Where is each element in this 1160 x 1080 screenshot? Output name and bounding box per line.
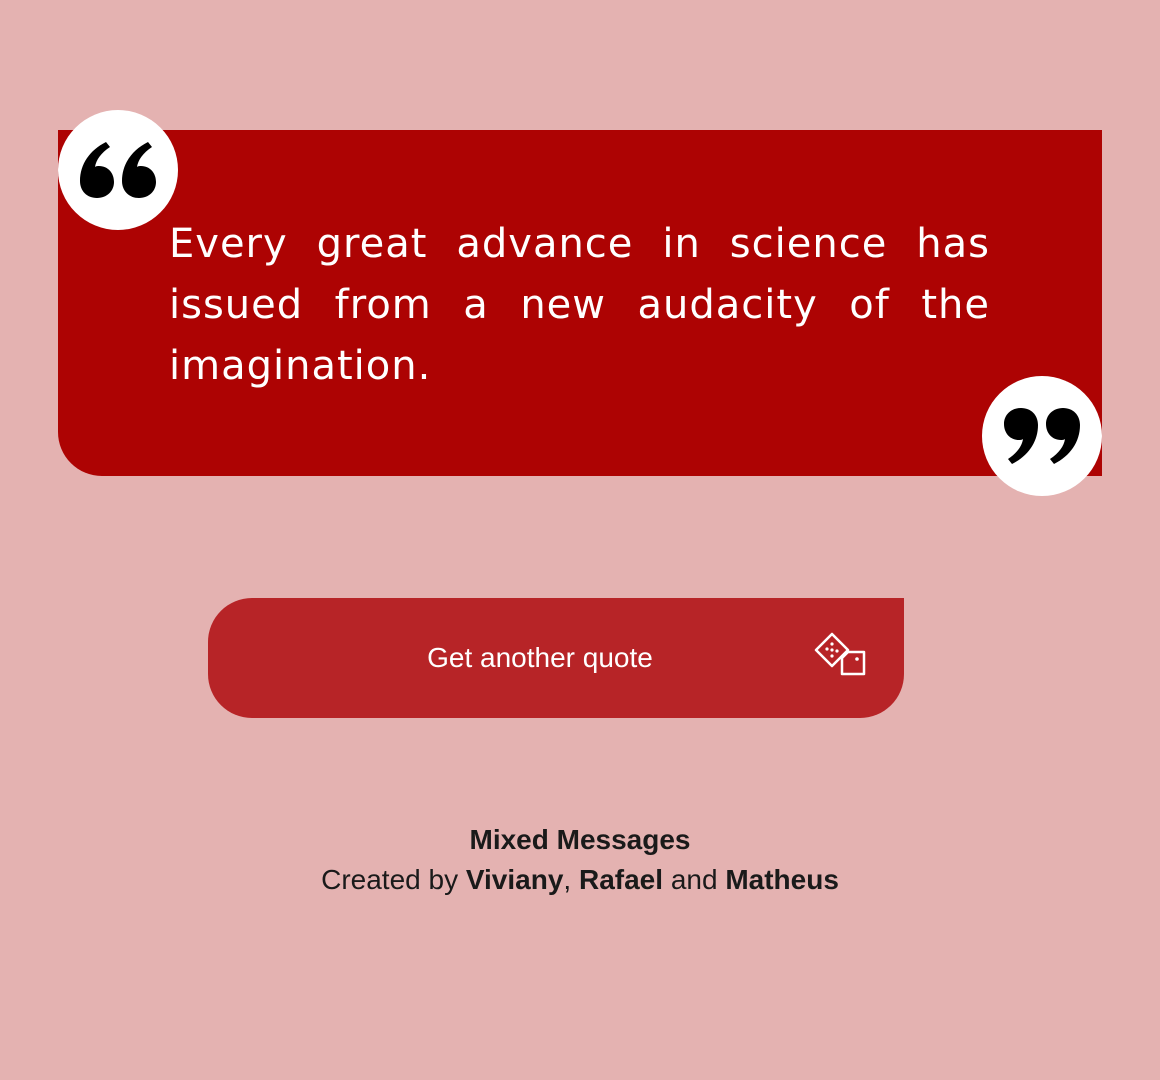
quote-text: Every great advance in science has issue… <box>169 221 990 389</box>
get-another-quote-button[interactable]: Get another quote <box>208 598 904 718</box>
app-title: Mixed Messages <box>469 824 691 855</box>
credits-line: Created by Viviany, Rafael and Matheus <box>0 860 1160 900</box>
dice-icon <box>814 632 866 676</box>
author-separator: , <box>563 864 572 895</box>
author-rafael: Rafael <box>578 864 664 895</box>
footer: Mixed Messages Created by Viviany, Rafae… <box>0 820 1160 900</box>
author-viviany: Viviany <box>465 864 564 895</box>
created-by-text: Created by <box>321 864 459 895</box>
close-quote-badge <box>982 376 1102 496</box>
get-another-quote-label: Get another quote <box>427 642 653 673</box>
right-double-quote-icon <box>1004 408 1080 464</box>
author-conjunction: and <box>670 864 718 895</box>
quote-card: Every great advance in science has issue… <box>58 130 1102 476</box>
author-matheus: Matheus <box>725 864 839 895</box>
open-quote-badge <box>58 110 178 230</box>
left-double-quote-icon <box>80 142 156 198</box>
